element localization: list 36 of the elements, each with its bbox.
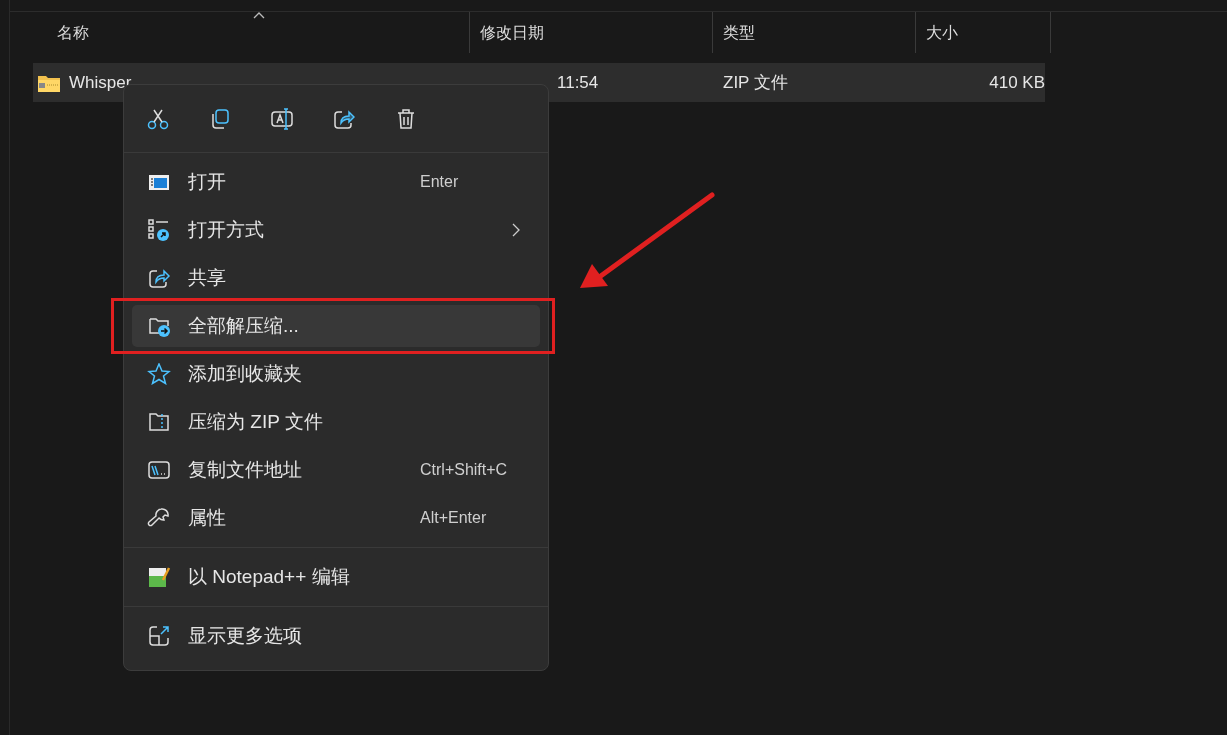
shortcut-label: Ctrl+Shift+C — [420, 460, 509, 480]
menu-item[interactable]: 打开方式 — [132, 209, 540, 251]
rename-icon — [271, 107, 293, 130]
file-size: 410 KB — [989, 71, 1045, 94]
share-icon — [147, 267, 171, 289]
wrench-icon — [147, 507, 171, 529]
copy-icon — [209, 107, 231, 130]
shortcut-label: Enter — [420, 172, 460, 192]
rename-button[interactable] — [270, 106, 294, 131]
menu-item[interactable]: 以 Notepad++ 编辑 — [132, 556, 540, 598]
column-header[interactable]: 类型 — [723, 20, 755, 45]
file-name: Whisper — [69, 71, 132, 94]
shortcut-label: Alt+Enter — [420, 508, 488, 528]
file-type: ZIP 文件 — [722, 71, 789, 94]
share-icon — [333, 107, 355, 130]
menu-item[interactable]: 复制文件地址 Ctrl+Shift+C — [132, 449, 540, 491]
app-list-icon — [147, 219, 171, 241]
path-icon — [147, 459, 171, 481]
folder-arrow-icon — [147, 315, 171, 337]
menu-item[interactable]: 压缩为 ZIP 文件 — [132, 401, 540, 443]
column-header[interactable]: 大小 — [926, 20, 958, 45]
expand-icon — [147, 625, 171, 647]
zip-folder-icon — [147, 411, 171, 433]
delete-icon — [395, 107, 417, 130]
menu-item[interactable]: 属性 Alt+Enter — [132, 497, 540, 539]
column-header[interactable]: 名称 — [57, 20, 89, 45]
menu-item[interactable]: 打开 Enter — [132, 161, 540, 203]
menu-item[interactable]: 添加到收藏夹 — [132, 353, 540, 395]
menu-item[interactable]: 全部解压缩... — [132, 305, 540, 347]
column-header[interactable]: 修改日期 — [480, 20, 544, 45]
file-date: 11:54 — [557, 72, 599, 92]
cut-icon — [147, 107, 169, 130]
menu-item[interactable]: 共享 — [132, 257, 540, 299]
menu-item[interactable]: 显示更多选项 — [132, 615, 540, 657]
star-icon — [147, 363, 171, 385]
notepad-icon — [147, 566, 171, 588]
